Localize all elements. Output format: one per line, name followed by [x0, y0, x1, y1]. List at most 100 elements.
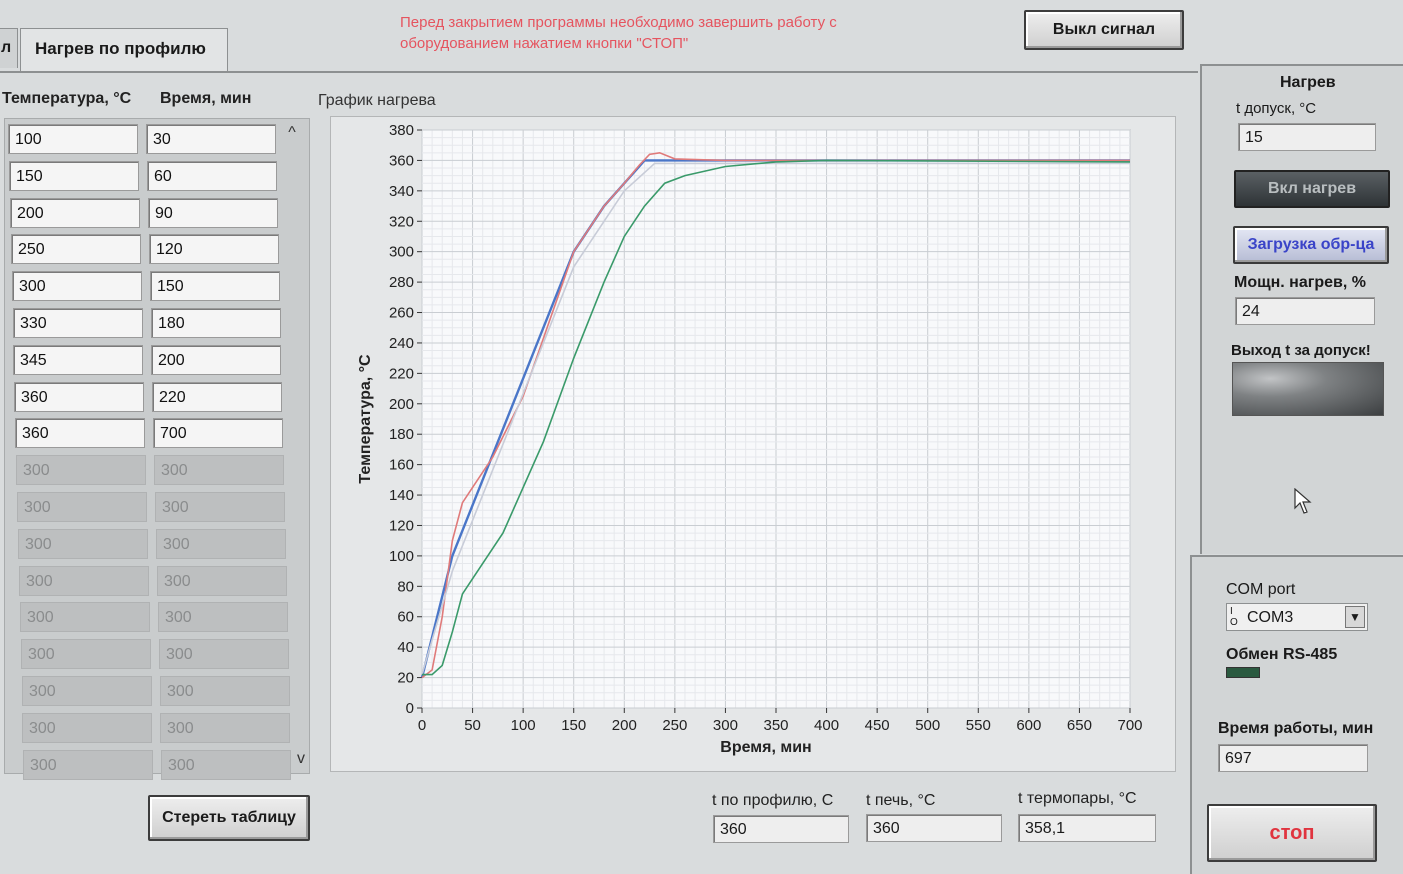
oven-temp-label: t печь, °С	[866, 792, 936, 809]
y-tick-label: 140	[389, 487, 414, 504]
y-tick-label: 200	[389, 396, 414, 413]
time-cell[interactable]: 220	[152, 381, 282, 412]
y-tick-label: 340	[389, 183, 414, 200]
time-cell[interactable]: 30	[146, 124, 276, 154]
y-tick-label: 300	[389, 244, 414, 261]
time-cell[interactable]: 150	[150, 271, 280, 302]
y-tick-label: 260	[389, 305, 414, 322]
alarm-indicator	[1232, 362, 1384, 416]
x-tick-label: 450	[865, 717, 890, 734]
x-axis-label: Время, мин	[720, 739, 811, 756]
time-cell[interactable]: 300	[154, 455, 284, 486]
warning-message: Перед закрытием программы необходимо зав…	[400, 14, 837, 52]
tab-previous[interactable]: л	[0, 28, 18, 68]
clear-table-button[interactable]: Стереть таблицу	[148, 795, 310, 841]
temperature-cell[interactable]: 300	[16, 455, 146, 486]
x-tick-label: 550	[966, 717, 991, 734]
time-cell[interactable]: 60	[147, 160, 277, 191]
tolerance-input[interactable]: 15	[1238, 123, 1376, 151]
temperature-cell[interactable]: 360	[14, 381, 144, 412]
chart-title: График нагрева	[318, 92, 436, 109]
time-cell[interactable]: 300	[161, 749, 291, 780]
thermocouple-temp-value: 358,1	[1018, 814, 1156, 842]
y-tick-label: 380	[389, 122, 414, 139]
power-value: 24	[1235, 297, 1375, 325]
temperature-cell[interactable]: 300	[19, 565, 149, 596]
x-tick-label: 250	[662, 717, 687, 734]
rs485-label: Обмен RS-485	[1226, 646, 1338, 663]
temperature-cell[interactable]: 330	[13, 308, 143, 338]
column-header-time: Время, мин	[160, 90, 252, 107]
signal-off-button[interactable]: Выкл сигнал	[1024, 10, 1184, 50]
time-cell[interactable]: 300	[159, 639, 289, 670]
tab-heating-profile[interactable]: Нагрев по профилю	[20, 28, 228, 72]
y-tick-label: 20	[397, 670, 414, 687]
temperature-cell[interactable]: 250	[11, 234, 141, 265]
time-cell[interactable]: 300	[160, 676, 290, 706]
temperature-cell[interactable]: 300	[12, 271, 142, 302]
time-cell[interactable]: 180	[151, 308, 281, 338]
x-tick-label: 150	[561, 717, 586, 734]
temperature-cell[interactable]: 300	[18, 528, 148, 559]
temperature-cell[interactable]: 300	[20, 602, 150, 633]
heat-on-button[interactable]: Вкл нагрев	[1234, 170, 1390, 208]
y-axis-label: Температура, °С	[357, 354, 374, 484]
scroll-down-arrow[interactable]: v	[291, 750, 311, 768]
temperature-cell[interactable]: 300	[17, 492, 147, 522]
time-cell[interactable]: 300	[160, 712, 290, 743]
x-tick-label: 50	[464, 717, 481, 734]
com-port-select[interactable]: IO COM3 ▼	[1226, 603, 1368, 631]
heating-title: Нагрев	[1280, 74, 1336, 91]
time-cell[interactable]: 300	[155, 492, 285, 522]
thermocouple-temp-label: t термопары, °С	[1018, 790, 1137, 807]
temperature-cell[interactable]: 150	[9, 160, 139, 191]
temperature-cell[interactable]: 200	[10, 197, 140, 228]
temperature-cell[interactable]: 360	[15, 418, 145, 449]
temperature-cell[interactable]: 300	[22, 712, 152, 743]
time-cell[interactable]: 90	[148, 197, 278, 228]
temperature-cell[interactable]: 300	[23, 749, 153, 780]
stop-button[interactable]: стоп	[1207, 804, 1377, 862]
time-cell[interactable]: 300	[158, 602, 288, 633]
time-cell[interactable]: 700	[153, 418, 283, 449]
y-tick-label: 100	[389, 548, 414, 565]
io-icon: IO	[1230, 606, 1238, 628]
temperature-cell[interactable]: 100	[8, 124, 138, 154]
x-tick-label: 200	[612, 717, 637, 734]
tolerance-label: t допуск, °С	[1236, 100, 1317, 117]
temperature-cell[interactable]: 300	[22, 676, 152, 706]
x-tick-label: 350	[763, 717, 788, 734]
y-tick-label: 40	[397, 639, 414, 656]
oven-temp-value: 360	[866, 814, 1002, 842]
power-label: Мощн. нагрев, %	[1234, 274, 1367, 291]
time-cell[interactable]: 300	[156, 528, 286, 559]
runtime-label: Время работы, мин	[1218, 720, 1374, 737]
y-tick-label: 60	[397, 609, 414, 626]
profile-temp-value: 360	[713, 815, 849, 843]
y-tick-label: 80	[397, 578, 414, 595]
y-tick-label: 240	[389, 335, 414, 352]
runtime-value: 697	[1218, 744, 1368, 772]
time-cell[interactable]: 300	[157, 565, 287, 596]
profile-temp-label: t по профилю, С	[712, 792, 834, 809]
y-tick-label: 0	[406, 700, 414, 717]
mouse-cursor-icon	[1294, 488, 1312, 514]
x-tick-label: 400	[814, 717, 839, 734]
y-tick-label: 160	[389, 457, 414, 474]
time-cell[interactable]: 120	[149, 234, 279, 265]
y-tick-label: 280	[389, 274, 414, 291]
load-sample-button[interactable]: Загрузка обр-ца	[1233, 226, 1389, 264]
time-cell[interactable]: 200	[151, 344, 281, 375]
x-tick-label: 0	[418, 717, 426, 734]
x-tick-label: 700	[1117, 717, 1142, 734]
chevron-down-icon[interactable]: ▼	[1345, 606, 1365, 628]
x-tick-label: 500	[915, 717, 940, 734]
x-tick-label: 650	[1067, 717, 1092, 734]
rs485-led-icon	[1226, 667, 1260, 678]
temperature-cell[interactable]: 345	[13, 344, 143, 375]
y-tick-label: 220	[389, 365, 414, 382]
temperature-cell[interactable]: 300	[21, 639, 151, 670]
y-tick-label: 320	[389, 213, 414, 230]
column-header-temperature: Температура, °С	[2, 90, 132, 107]
scroll-up-arrow[interactable]: ^	[282, 124, 302, 142]
